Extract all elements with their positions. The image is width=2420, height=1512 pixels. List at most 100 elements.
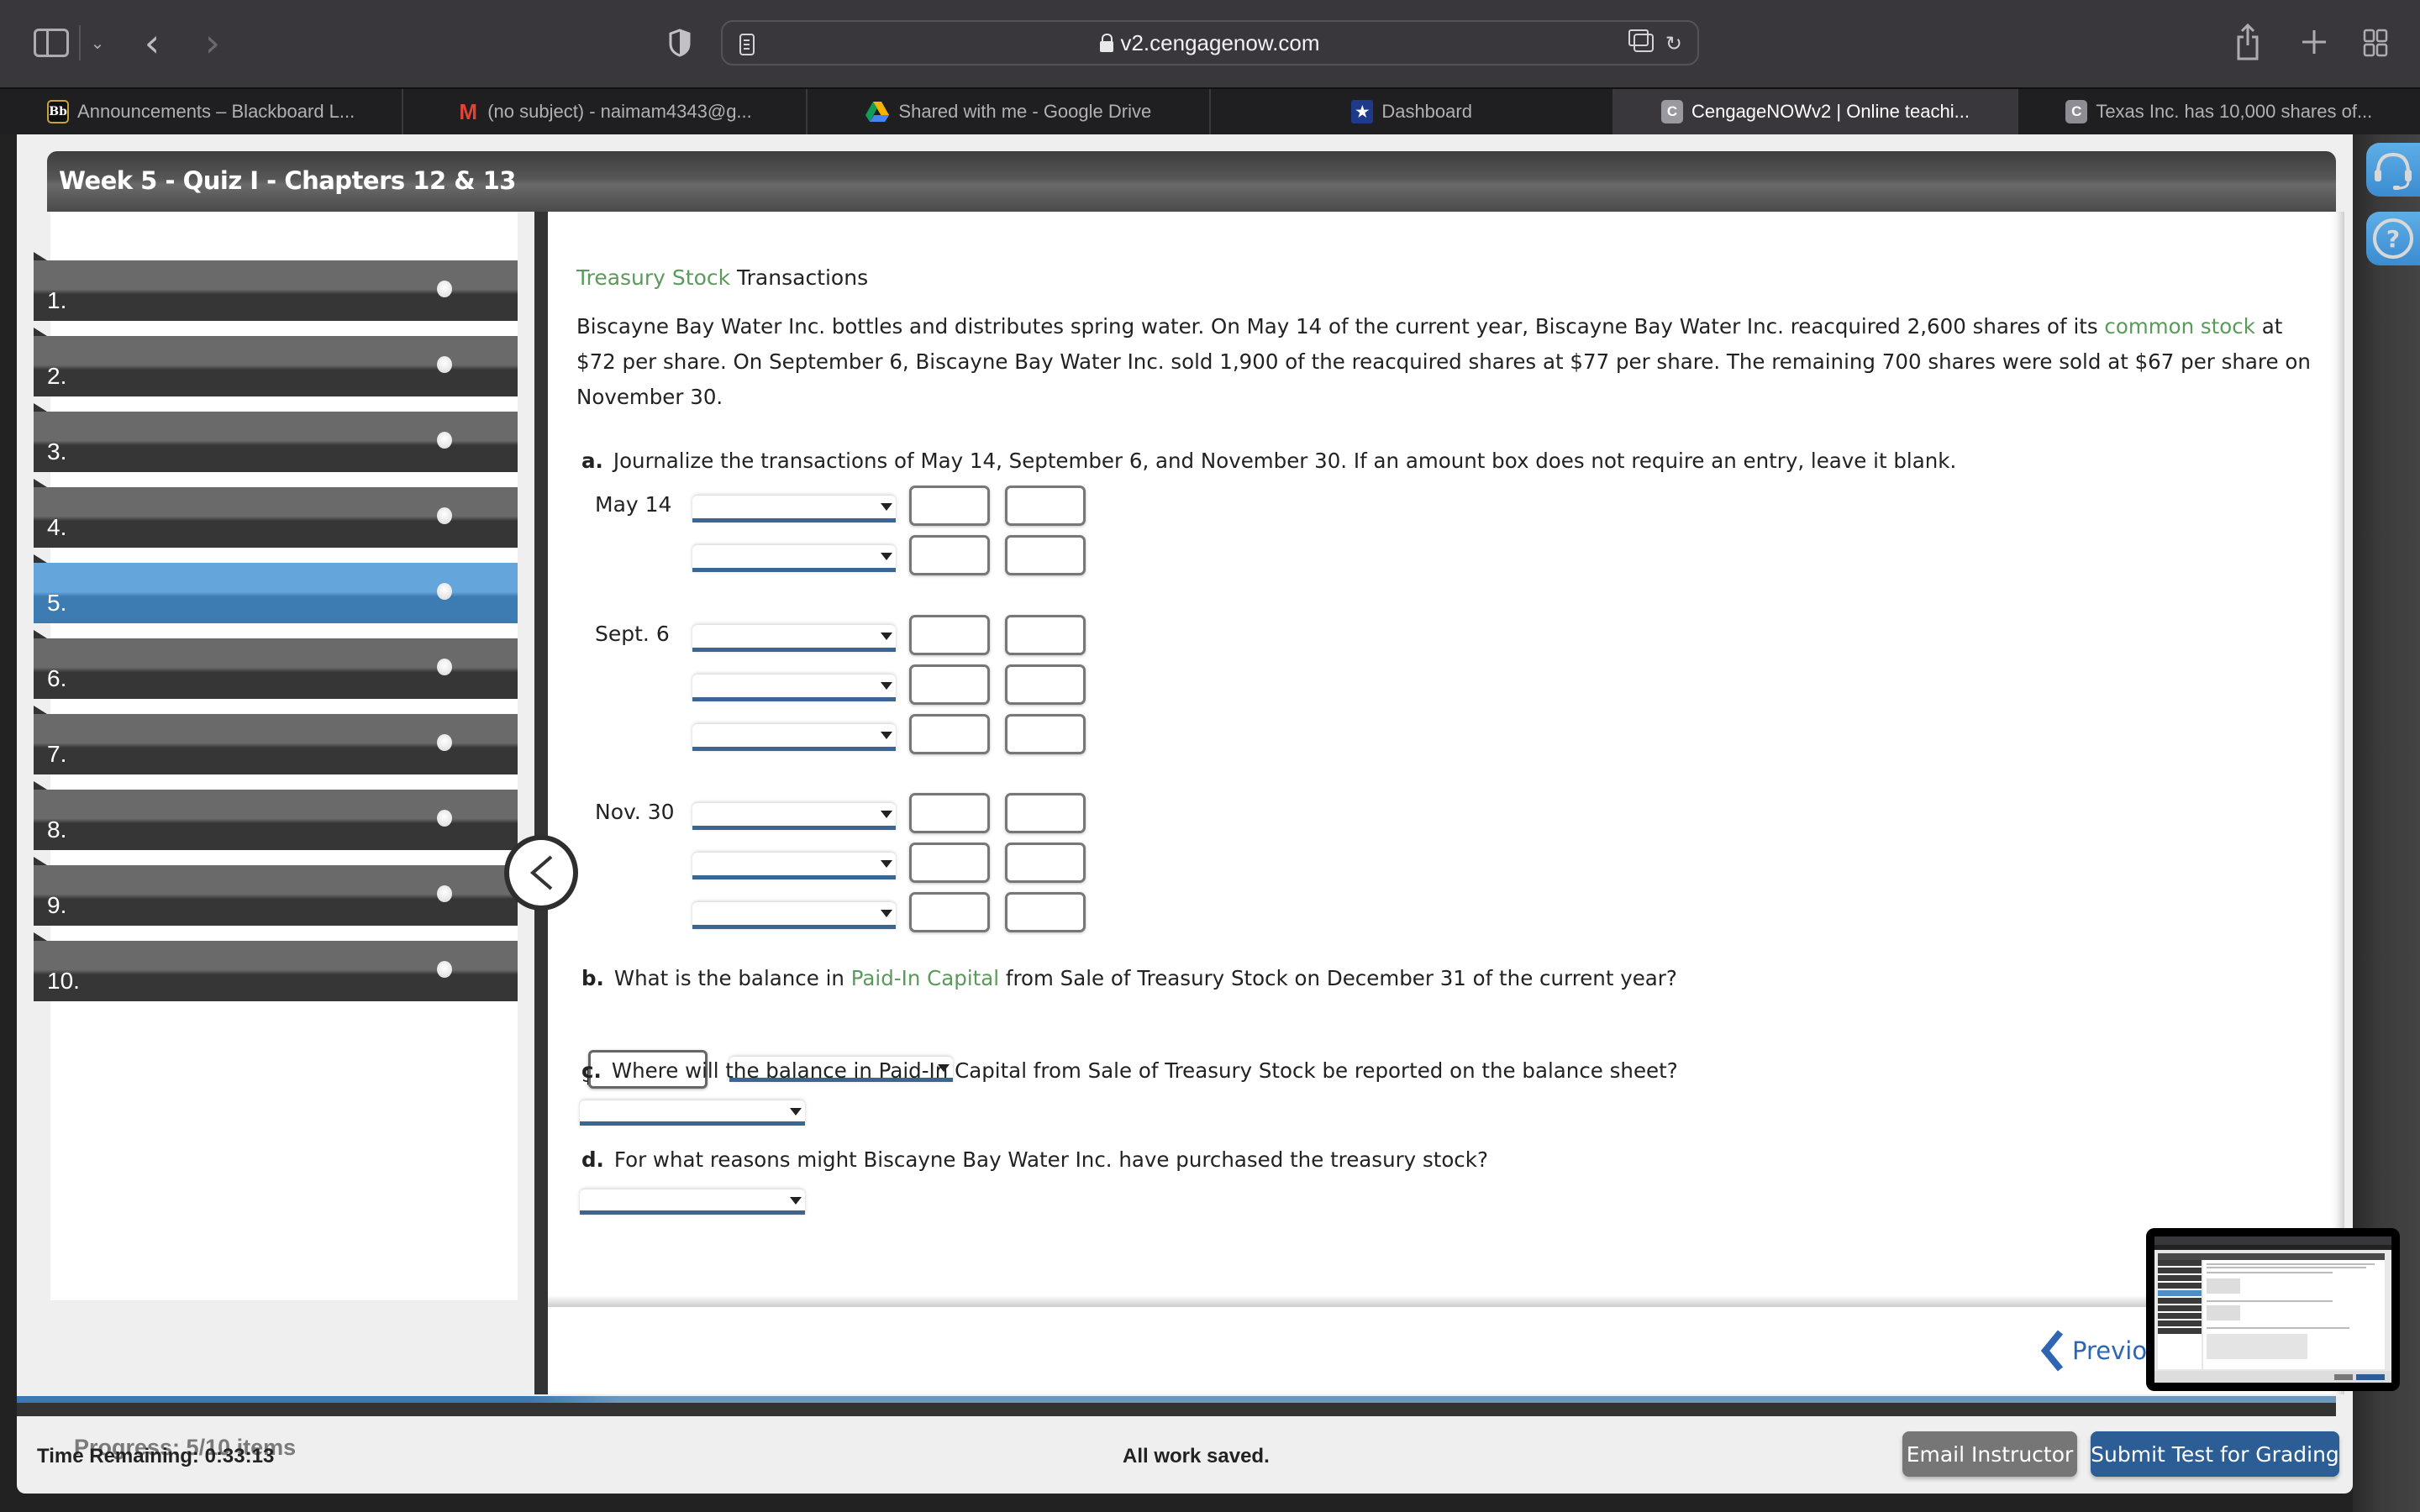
time-remaining: Time Remaining: 0:33:13 xyxy=(37,1445,275,1467)
question-nav-item-2[interactable]: 2. xyxy=(34,328,518,396)
part-c-prompt: c. Where will the balance in Paid-In Capi… xyxy=(581,1058,1678,1083)
credit-amount-input[interactable] xyxy=(1005,535,1086,575)
debit-amount-input[interactable] xyxy=(909,714,990,754)
tab-dashboard[interactable]: ★ Dashboard xyxy=(1211,89,1615,134)
question-status-dot-icon xyxy=(437,432,452,449)
question-number: 5. xyxy=(47,590,67,616)
lock-icon xyxy=(1100,34,1114,52)
forward-icon[interactable]: › xyxy=(200,20,225,66)
svg-text:?: ? xyxy=(2386,225,2400,253)
screenshot-thumbnail[interactable] xyxy=(2146,1228,2400,1391)
question-nav-item-10[interactable]: 10. xyxy=(34,932,518,1001)
debit-amount-input[interactable] xyxy=(909,535,990,575)
account-select[interactable] xyxy=(692,545,896,572)
account-select[interactable] xyxy=(692,902,896,929)
tab-overview-icon[interactable] xyxy=(1628,29,1654,52)
debit-amount-input[interactable] xyxy=(909,892,990,932)
tab-label: Texas Inc. has 10,000 shares of... xyxy=(2096,101,2373,122)
account-select[interactable] xyxy=(692,853,896,879)
tab-label: Shared with me - Google Drive xyxy=(898,101,1152,122)
journal-date-label: May 14 xyxy=(595,492,672,517)
question-status-dot-icon xyxy=(437,659,452,675)
debit-amount-input[interactable] xyxy=(909,793,990,833)
question-status-dot-icon xyxy=(437,961,452,978)
tab-label: (no subject) - naimam4343@g... xyxy=(487,101,752,122)
balance-sheet-section-select[interactable] xyxy=(580,1100,805,1126)
debit-amount-input[interactable] xyxy=(909,486,990,526)
question-nav-item-6[interactable]: 6. xyxy=(34,630,518,699)
help-button[interactable]: ? xyxy=(2366,212,2420,265)
tab-grid-icon[interactable] xyxy=(2363,29,2388,57)
credit-amount-input[interactable] xyxy=(1005,793,1086,833)
account-select[interactable] xyxy=(692,496,896,522)
reload-icon[interactable]: ↻ xyxy=(1665,32,1682,55)
collapse-sidebar-button[interactable] xyxy=(504,835,578,911)
progress-strip xyxy=(17,1396,2336,1403)
quiz-title: Week 5 - Quiz I - Chapters 12 & 13 xyxy=(59,166,516,195)
common-stock-link[interactable]: common stock xyxy=(2104,314,2255,339)
chevron-left-icon xyxy=(2040,1330,2064,1372)
question-nav-item-4[interactable]: 4. xyxy=(34,479,518,548)
address-bar[interactable]: v2.cengagenow.com ↻ xyxy=(721,20,1699,66)
tab-google-drive[interactable]: Shared with me - Google Drive xyxy=(808,89,1211,134)
toolbar-divider xyxy=(79,25,81,60)
headset-icon xyxy=(2375,152,2412,190)
chevron-left-icon xyxy=(529,855,553,890)
credit-amount-input[interactable] xyxy=(1005,664,1086,705)
question-nav-item-9[interactable]: 9. xyxy=(34,857,518,926)
question-nav-item-5[interactable]: 5. xyxy=(34,554,518,623)
back-icon[interactable]: ‹ xyxy=(139,20,165,66)
browser-toolbar: ⌄ ‹ › v2.cengagenow.com ↻ xyxy=(0,0,2420,87)
question-status-dot-icon xyxy=(437,356,452,373)
new-tab-icon[interactable] xyxy=(2301,29,2328,55)
question-nav-item-8[interactable]: 8. xyxy=(34,781,518,850)
credit-amount-input[interactable] xyxy=(1005,486,1086,526)
account-select[interactable] xyxy=(692,803,896,830)
account-select[interactable] xyxy=(692,724,896,751)
question-number: 3. xyxy=(47,438,67,465)
question-status-dot-icon xyxy=(437,810,452,827)
treasury-stock-link[interactable]: Treasury Stock xyxy=(576,265,730,290)
part-a-prompt: a. Journalize the transactions of May 14,… xyxy=(581,449,1957,473)
debit-amount-input[interactable] xyxy=(909,615,990,655)
sidebar-toggle-icon[interactable] xyxy=(34,29,69,57)
tab-blackboard[interactable]: Bb Announcements – Blackboard L... xyxy=(0,89,404,134)
tab-gmail[interactable]: M (no subject) - naimam4343@g... xyxy=(403,89,808,134)
question-nav-item-3[interactable]: 3. xyxy=(34,403,518,472)
credit-amount-input[interactable] xyxy=(1005,714,1086,754)
tab-texas-inc[interactable]: C Texas Inc. has 10,000 shares of... xyxy=(2018,89,2420,134)
account-select[interactable] xyxy=(692,625,896,652)
question-number: 8. xyxy=(47,816,67,843)
tab-cengagenow[interactable]: C CengageNOWv2 | Online teachi... xyxy=(1614,89,2018,134)
part-b-prompt: b. What is the balance in Paid-In Capital… xyxy=(581,966,1677,990)
journal-date-label: Sept. 6 xyxy=(595,622,670,646)
question-nav: 1. 2. 3. 4. 5. 6. 7. 8. 9. 10. Progress: 5/10 ite… xyxy=(34,212,548,1460)
tab-label: Announcements – Blackboard L... xyxy=(77,101,355,122)
debit-amount-input[interactable] xyxy=(909,843,990,883)
chevron-down-icon[interactable]: ⌄ xyxy=(89,30,106,55)
treasury-purchase-reason-select[interactable] xyxy=(580,1189,805,1215)
question-nav-item-1[interactable]: 1. xyxy=(34,252,518,321)
dashboard-star-icon: ★ xyxy=(1351,100,1374,123)
quiz-header: Week 5 - Quiz I - Chapters 12 & 13 xyxy=(47,151,2336,212)
url-display[interactable]: v2.cengagenow.com xyxy=(723,22,1697,64)
account-select[interactable] xyxy=(692,675,896,701)
question-number: 7. xyxy=(47,741,67,767)
debit-amount-input[interactable] xyxy=(909,664,990,705)
privacy-shield-icon[interactable] xyxy=(669,29,691,57)
support-button[interactable] xyxy=(2366,143,2420,197)
share-icon[interactable] xyxy=(2235,24,2260,60)
credit-amount-input[interactable] xyxy=(1005,843,1086,883)
cengage-icon: C xyxy=(1660,100,1683,123)
email-instructor-button[interactable]: Email Instructor xyxy=(1902,1431,2077,1477)
credit-amount-input[interactable] xyxy=(1005,615,1086,655)
question-status-dot-icon xyxy=(437,281,452,297)
quiz-footer: Time Remaining: 0:33:13 All work saved. … xyxy=(17,1416,2353,1494)
quiz-page: Week 5 - Quiz I - Chapters 12 & 13 1. 2. 3… xyxy=(17,134,2353,1494)
credit-amount-input[interactable] xyxy=(1005,892,1086,932)
question-number: 6. xyxy=(47,665,67,691)
paid-in-capital-link[interactable]: Paid-In Capital xyxy=(851,966,999,990)
submit-test-button[interactable]: Submit Test for Grading xyxy=(2091,1431,2339,1477)
question-nav-item-7[interactable]: 7. xyxy=(34,706,518,774)
blackboard-icon: Bb xyxy=(47,100,70,123)
